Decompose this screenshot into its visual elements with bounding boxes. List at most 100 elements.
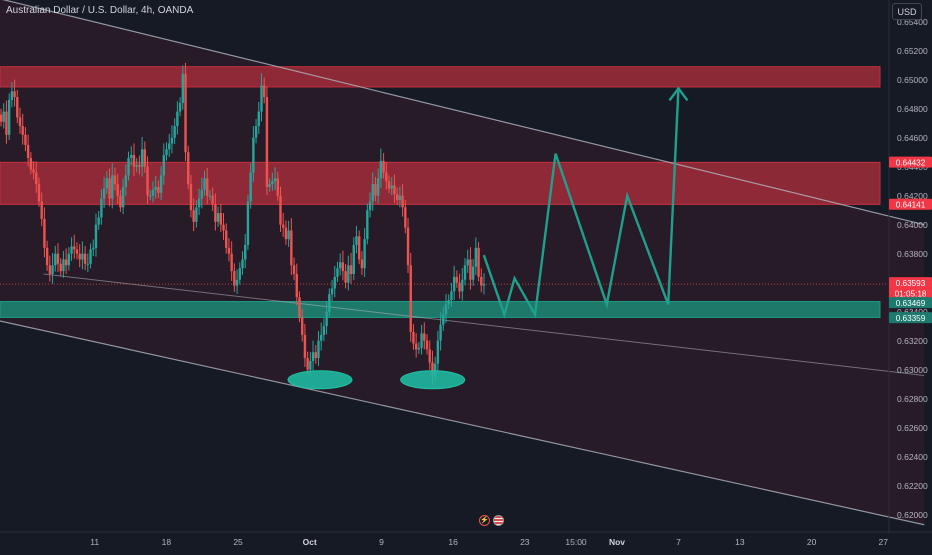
time-tick-label: 11 — [90, 537, 99, 547]
last-price-label: 0.63593 — [896, 279, 926, 288]
candle-body — [306, 358, 309, 370]
candle-body — [45, 247, 49, 266]
us-flag-icon — [493, 515, 504, 526]
candle-body — [461, 279, 464, 292]
time-tick-label: 13 — [735, 537, 745, 547]
candle-body — [282, 224, 285, 228]
support-price-label: 0.63359 — [896, 314, 926, 323]
candle-body — [480, 276, 483, 286]
time-tick-label: 9 — [379, 537, 384, 547]
candle-body — [444, 304, 448, 315]
candle-body — [466, 259, 469, 266]
candle-body — [244, 244, 247, 260]
candle-body — [132, 155, 136, 167]
chart-canvas[interactable]: 0.654000.652000.650000.648000.646000.644… — [0, 0, 932, 550]
candle-body — [276, 178, 279, 196]
candle-body — [111, 175, 114, 199]
candle-body — [393, 185, 396, 195]
candle-body — [355, 236, 358, 245]
time-tick-label: Nov — [609, 537, 625, 547]
candle-body — [143, 149, 147, 167]
candle-body — [398, 195, 402, 201]
candle-body — [417, 347, 421, 350]
price-chart[interactable]: 0.654000.652000.650000.648000.646000.644… — [0, 0, 932, 550]
price-tick-label: 0.62600 — [897, 423, 928, 433]
candle-body — [374, 184, 377, 196]
candle-body — [252, 137, 255, 173]
candle-body — [409, 265, 412, 332]
candle-body — [401, 195, 404, 208]
candle-body — [67, 253, 71, 266]
candle-body — [200, 189, 203, 199]
candle-body — [195, 207, 198, 222]
candle-body — [376, 178, 380, 196]
time-tick-label: 18 — [162, 537, 172, 547]
candle-body — [385, 172, 388, 182]
candle-body — [279, 195, 282, 225]
candle-body — [7, 100, 11, 135]
candle-body — [439, 324, 442, 341]
candle-body — [108, 178, 111, 199]
candle-body — [216, 213, 220, 222]
candle-body — [102, 188, 106, 199]
candle-body — [265, 97, 269, 187]
candle-body — [86, 263, 90, 265]
currency-button[interactable]: USD — [892, 3, 922, 20]
candle-body — [336, 268, 339, 277]
candle-body — [162, 155, 166, 176]
candle-body — [328, 294, 331, 312]
candle-body — [35, 172, 38, 185]
candle-body — [330, 288, 334, 295]
candle-body — [149, 195, 152, 197]
candle-body — [127, 158, 130, 176]
candle-body — [333, 276, 336, 289]
candle-body — [189, 184, 193, 211]
candle-body — [113, 175, 117, 185]
candle-body — [197, 198, 201, 208]
candle-body — [295, 273, 298, 298]
candle-body — [263, 85, 266, 98]
candle-body — [0, 114, 3, 122]
candle-body — [62, 259, 65, 272]
candle-body — [477, 247, 480, 277]
candle-body — [428, 349, 431, 363]
candle-body — [347, 265, 350, 283]
candle-body — [379, 160, 383, 179]
candle-body — [24, 134, 27, 145]
candle-body — [395, 194, 399, 201]
candle-body — [368, 201, 372, 211]
candle-body — [130, 155, 133, 159]
candle-body — [97, 217, 100, 225]
candle-body — [319, 334, 323, 341]
candle-body — [214, 204, 217, 222]
candle-body — [241, 259, 244, 269]
price-tick-label: 0.62000 — [897, 510, 928, 520]
candle-body — [64, 259, 68, 266]
candle-body — [425, 340, 429, 350]
chart-title: Australian Dollar / U.S. Dollar, 4h, OAN… — [6, 5, 194, 16]
price-tick-label: 0.65200 — [897, 46, 928, 56]
resistance-zone-1 — [0, 161, 881, 205]
candle-body — [138, 165, 141, 167]
candle-body — [287, 230, 290, 240]
price-tick-label: 0.62400 — [897, 452, 928, 462]
flash-icon[interactable]: ⚡ — [479, 515, 490, 526]
candle-body — [284, 227, 288, 240]
candle-body — [249, 172, 252, 202]
candle-body — [178, 102, 182, 112]
candle-body — [54, 253, 57, 266]
candle-body — [414, 343, 418, 350]
candle-body — [371, 184, 374, 202]
candle-body — [184, 73, 187, 153]
candle-body — [455, 276, 459, 283]
candle-body — [273, 178, 277, 182]
candle-body — [16, 97, 19, 118]
candle-body — [5, 111, 8, 135]
candle-body — [208, 195, 212, 197]
candle-body — [246, 201, 250, 245]
candle-body — [436, 340, 440, 364]
candle-body — [423, 333, 426, 341]
candle-body — [325, 311, 328, 327]
candle-body — [452, 276, 456, 292]
time-tick-label: 25 — [233, 537, 243, 547]
